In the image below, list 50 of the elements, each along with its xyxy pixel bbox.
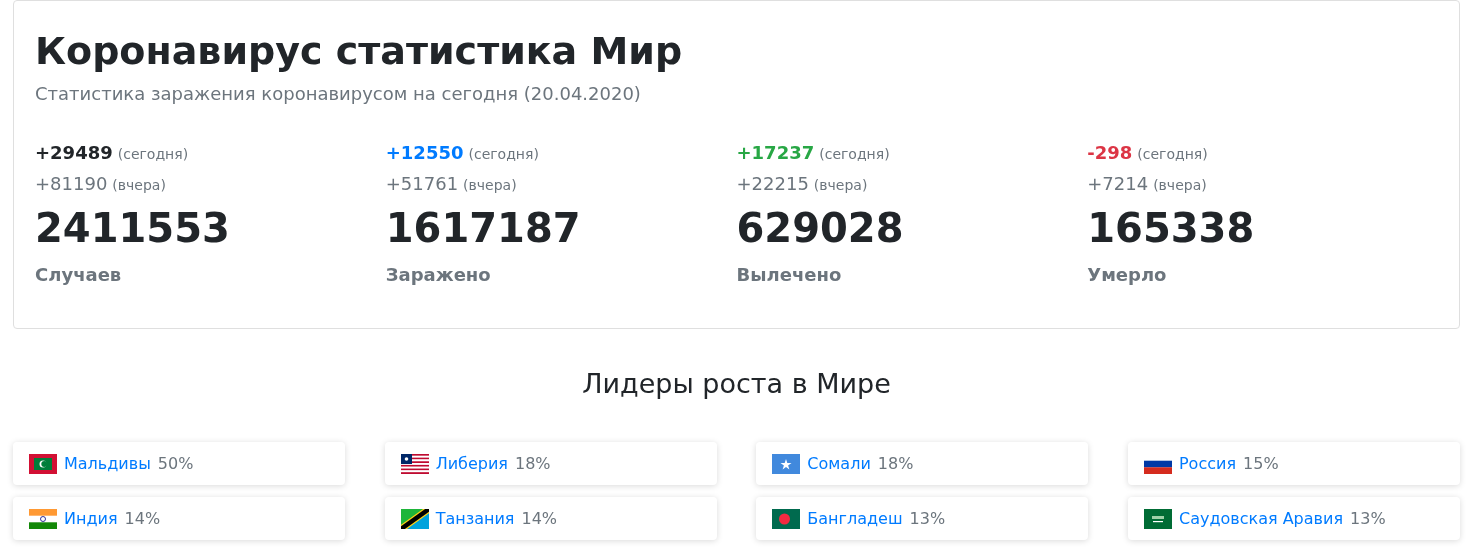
country-link[interactable]: Бангладеш (807, 509, 903, 528)
section-title: Лидеры роста в Мире (581, 367, 892, 401)
yesterday-change: +51761 (385, 173, 459, 194)
growth-percent: 50% (157, 454, 194, 473)
country-link[interactable]: Либерия (435, 454, 508, 473)
country-link[interactable]: Россия (1178, 454, 1237, 473)
country-link[interactable]: Мальдивы (64, 454, 151, 473)
growth-percent: 13% (1350, 509, 1386, 528)
today-note: (сегодня) (819, 146, 890, 162)
growth-percent: 18% (515, 454, 551, 473)
yesterday-note: (вчера) (112, 177, 166, 193)
total-count: 629028 (736, 204, 904, 252)
total-count: 2411553 (35, 204, 230, 252)
growth-percent: 18% (877, 454, 914, 473)
today-change: +12550 (385, 142, 464, 163)
yesterday-note: (вчера) (463, 177, 517, 193)
today-note: (сегодня) (1137, 146, 1208, 162)
today-change: +17237 (736, 142, 815, 163)
growth-percent: 14% (124, 509, 161, 528)
yesterday-change: +7214 (1087, 173, 1149, 194)
stat-label: Вылечено (736, 264, 842, 285)
country-link[interactable]: Танзания (435, 509, 515, 528)
country-link[interactable]: Индия (64, 509, 118, 528)
flag-icon (772, 508, 801, 529)
stat-label: Случаев (35, 264, 122, 285)
page-title: Коронавирус статистика Мир (35, 28, 684, 75)
growth-percent: 13% (909, 509, 946, 528)
flag-icon (400, 508, 429, 529)
growth-percent: 14% (521, 509, 558, 528)
growth-percent: 15% (1243, 454, 1279, 473)
yesterday-change: +22215 (736, 173, 809, 194)
today-note: (сегодня) (468, 146, 539, 162)
flag-icon (772, 453, 801, 474)
flag-icon (29, 508, 57, 529)
today-change: +29489 (35, 142, 113, 163)
stat-label: Умерло (1087, 264, 1167, 285)
total-count: 165338 (1087, 204, 1255, 252)
yesterday-note: (вчера) (1153, 177, 1207, 193)
page-subtitle: Статистика заражения коронавирусом на сегодня (20.04.2020) (35, 83, 642, 104)
country-link[interactable]: Саудовская Аравия (1178, 509, 1344, 528)
stat-label: Заражено (385, 264, 491, 285)
total-count: 1617187 (385, 204, 581, 252)
today-change: -298 (1087, 142, 1133, 163)
today-note: (сегодня) (117, 146, 189, 162)
flag-icon (29, 453, 57, 474)
flag-icon (1143, 508, 1172, 529)
yesterday-change: +81190 (35, 173, 108, 194)
yesterday-note: (вчера) (813, 177, 868, 193)
country-link[interactable]: Сомали (807, 454, 871, 473)
flag-icon (400, 453, 429, 474)
